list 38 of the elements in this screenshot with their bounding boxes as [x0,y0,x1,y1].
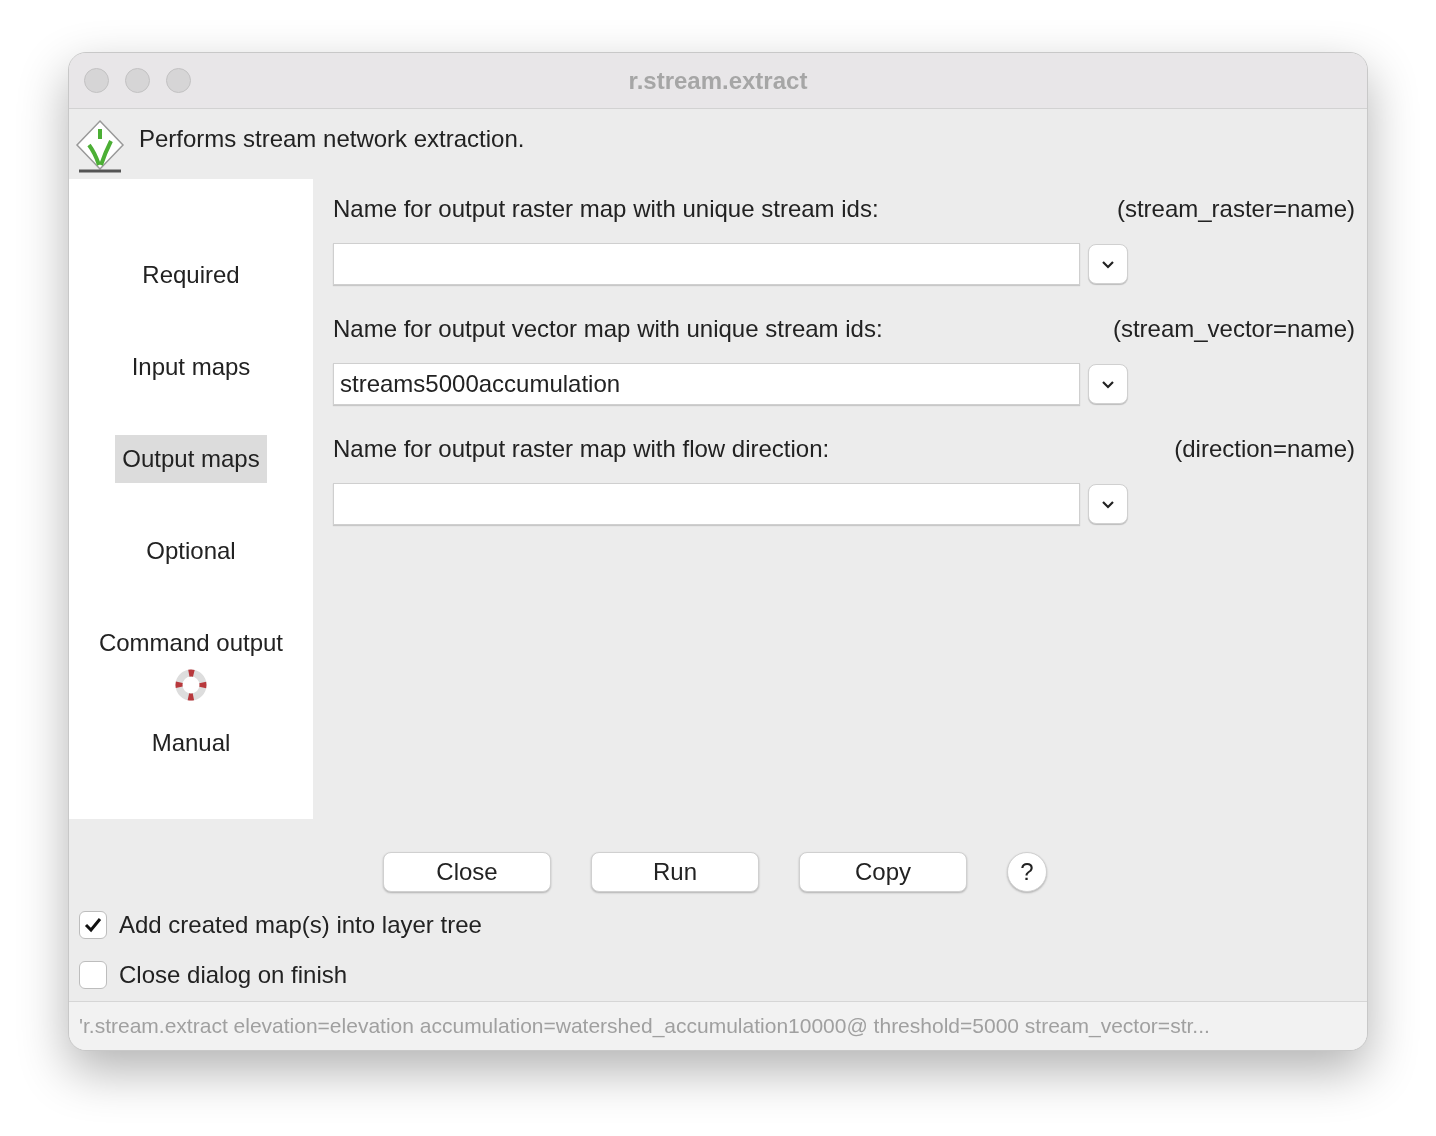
action-button[interactable]: Close [383,852,551,892]
sidebar-tab[interactable]: Optional [139,527,243,575]
sidebar-tab[interactable]: Output maps [115,435,267,483]
parameter-name: (stream_vector=name) [1112,314,1355,344]
sidebar-tab[interactable]: Input maps [124,343,258,391]
zoom-window-button[interactable] [166,68,191,93]
checkbox-label: Add created map(s) into layer tree [119,910,482,940]
map-name-field[interactable]: streams5000accumulation [333,363,1080,405]
lifebuoy-icon [175,669,207,701]
help-button[interactable]: ? [1007,852,1047,892]
field-label: Name for output vector map with unique stream ids: [333,314,883,344]
sidebar-tab[interactable]: Command output [91,619,291,667]
minimize-window-button[interactable] [125,68,150,93]
action-button[interactable]: Copy [799,852,967,892]
dropdown-button[interactable] [1088,244,1128,284]
checkbox-label: Close dialog on finish [119,960,348,990]
close-window-button[interactable] [84,68,109,93]
sidebar-tab[interactable]: Manual [144,719,238,767]
parameter-name: (stream_raster=name) [1116,194,1355,224]
module-description: Performs stream network extraction. [139,124,525,154]
chevron-down-icon [1101,499,1115,509]
parameter-name: (direction=name) [1174,434,1355,464]
dropdown-button[interactable] [1088,364,1128,404]
sidebar-tab[interactable]: Required [135,251,247,299]
command-preview-text: 'r.stream.extract elevation=elevation accumulation=watershed_accumulation10000@ threshold=5000 stream_vector=str... [79,1013,1210,1040]
window-title: r.stream.extract [628,65,808,96]
map-name-field[interactable] [333,243,1080,285]
map-name-field[interactable] [333,483,1080,525]
action-button[interactable]: Run [591,852,759,892]
checkmark-icon [84,917,102,933]
field-label: Name for output raster map with flow direction: [333,434,830,464]
checkbox[interactable] [79,911,107,939]
dropdown-button[interactable] [1088,484,1128,524]
chevron-down-icon [1101,379,1115,389]
chevron-down-icon [1101,259,1115,269]
checkbox[interactable] [79,961,107,989]
field-label: Name for output raster map with unique stream ids: [333,194,879,224]
grass-logo-icon [75,119,125,173]
